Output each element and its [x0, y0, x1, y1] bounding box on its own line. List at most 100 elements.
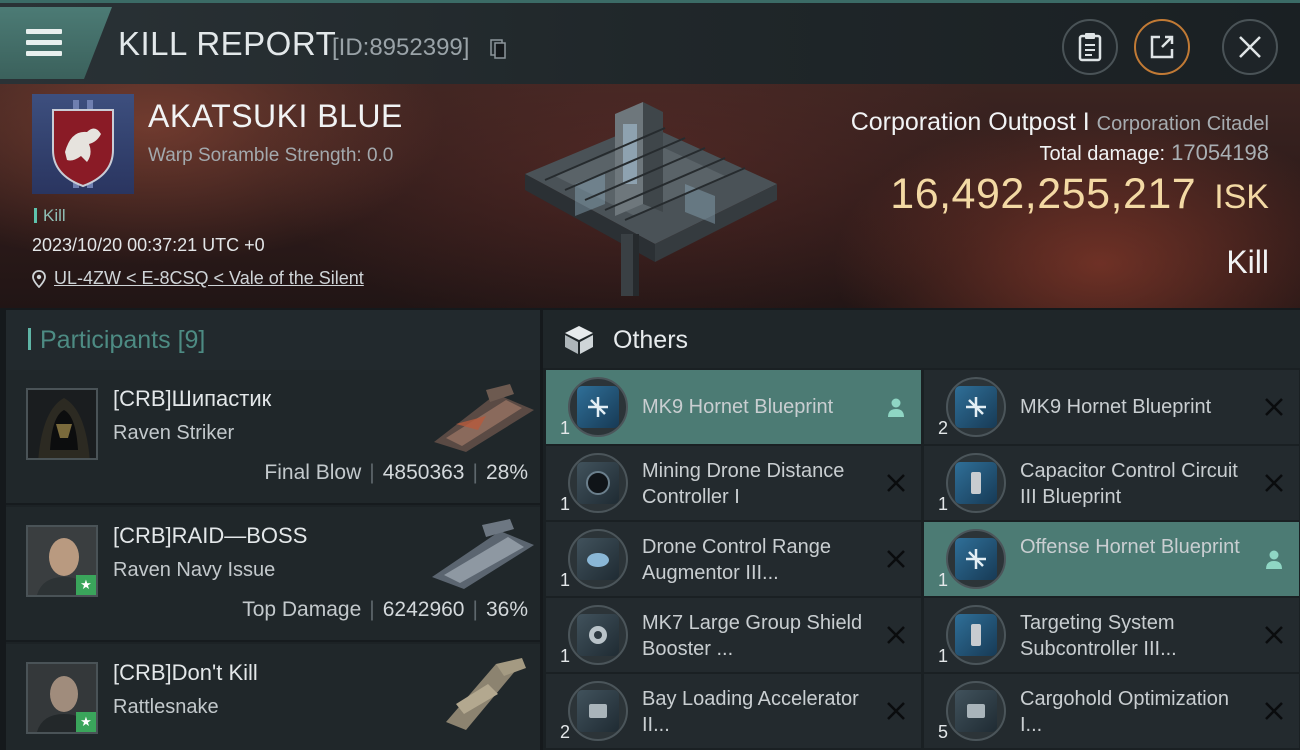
participant-name: [CRB]Шипастик [113, 386, 272, 411]
item-name: Bay Loading Accelerator II... [642, 688, 859, 736]
dropped-item[interactable]: 1 Targeting System Subcontroller III... [924, 598, 1299, 672]
participant-stats: Final Blow | 4850363 | 28% [264, 461, 528, 485]
item-quantity: 5 [938, 722, 949, 742]
close-icon [1239, 36, 1261, 58]
cube-icon [565, 326, 593, 354]
location-link[interactable]: UL-4ZW < E-8CSQ < Vale of the Silent [32, 268, 364, 289]
item-quantity: 2 [560, 722, 571, 742]
participant-role: Final Blow [264, 461, 362, 484]
avatar: ★ [26, 662, 98, 734]
others-panel: Others 1 MK9 Hornet Blueprint 2 MK9 Horn… [543, 310, 1300, 750]
citadel-structure-image [525, 102, 777, 296]
close-button[interactable] [1222, 19, 1278, 75]
participant-row[interactable]: ★ [CRB]Don't Kill Rattlesnake [6, 644, 540, 750]
destroyed-x-icon [1265, 474, 1283, 492]
item-icon-tile [577, 386, 619, 428]
structure-divider: I [1082, 108, 1090, 136]
item-icon-tile [577, 614, 619, 656]
participant-damage: 4850363 [382, 461, 465, 484]
total-damage-label: Total damage: [1039, 143, 1166, 165]
participant-stats: Top Damage | 6242960 | 36% [242, 598, 528, 622]
dropped-item[interactable]: 1 Capacitor Control Circuit III Blueprin… [924, 446, 1299, 520]
dropped-item[interactable]: 2 Bay Loading Accelerator II... [546, 674, 921, 748]
destroyed-x-icon [1265, 702, 1283, 720]
clipboard-button[interactable] [1062, 19, 1118, 75]
item-name: Capacitor Control Circuit III Blueprint [1020, 460, 1238, 508]
structure-info: Corporation Outpost I Corporation Citade… [851, 108, 1269, 137]
item-icon-tile [955, 614, 997, 656]
person-icon[interactable] [885, 396, 907, 418]
module-icon [946, 681, 1006, 741]
person-icon[interactable] [1263, 548, 1285, 570]
item-quantity: 2 [938, 418, 949, 438]
share-icon [1150, 35, 1174, 59]
rig-blueprint-icon [946, 605, 1006, 665]
menu-icon [26, 29, 62, 34]
participant-ship: Rattlesnake [113, 696, 219, 718]
participants-label: Participants [40, 326, 171, 354]
menu-icon-bar [26, 51, 62, 56]
page-title: KILL REPORT [118, 25, 337, 62]
module-icon [568, 453, 628, 513]
participants-count: [9] [177, 326, 206, 354]
item-icon-tile [955, 386, 997, 428]
isk-unit: ISK [1214, 178, 1269, 216]
kill-timestamp: 2023/10/20 00:37:21 UTC +0 [32, 235, 265, 255]
item-name: MK7 Large Group Shield Booster ... [642, 612, 863, 660]
dropped-item[interactable]: 2 MK9 Hornet Blueprint [924, 370, 1299, 444]
participant-row[interactable]: ★ [CRB]RAID—BOSS Raven Navy Issue Top Da… [6, 507, 540, 642]
participant-ship: Raven Navy Issue [113, 559, 276, 581]
item-icon-tile [577, 462, 619, 504]
isk-value: 16,492,255,217 [890, 170, 1197, 218]
stat-separator: | [369, 598, 375, 621]
corporation-logo [32, 94, 134, 194]
item-icon-tile [577, 538, 619, 580]
others-label: Others [613, 326, 689, 354]
item-quantity: 1 [938, 646, 949, 666]
total-damage-value: 17054198 [1171, 140, 1269, 165]
dropped-item[interactable]: 1 MK9 Hornet Blueprint [546, 370, 921, 444]
copy-icon[interactable] [490, 39, 506, 59]
menu-button[interactable] [0, 7, 112, 79]
lion-crest-icon [52, 100, 114, 188]
victim-name: AKATSUKI BLUE [148, 98, 403, 134]
item-icon-tile [955, 462, 997, 504]
dropped-item[interactable]: 5 Cargohold Optimization I... [924, 674, 1299, 748]
dropped-item[interactable]: 1 Drone Control Range Augmentor III... [546, 522, 921, 596]
participant-row[interactable]: [CRB]Шипастик Raven Striker Final Blow | 4… [6, 370, 540, 505]
participant-ship: Raven Striker [113, 422, 235, 444]
stat-separator: | [369, 461, 375, 484]
stat-separator: | [472, 598, 478, 621]
star-icon: ★ [76, 712, 96, 732]
ship-image [432, 519, 534, 589]
drone-blueprint-icon [946, 529, 1006, 589]
share-button[interactable] [1134, 19, 1190, 75]
participant-percent: 28% [485, 461, 528, 484]
drone-blueprint-icon [568, 377, 628, 437]
item-quantity: 1 [560, 570, 571, 590]
item-quantity: 1 [938, 494, 949, 514]
participant-percent: 36% [485, 598, 528, 621]
ship-image [434, 384, 534, 452]
result-label: Kill [1226, 244, 1269, 280]
dropped-item[interactable]: 1 Offense Hornet Blueprint [924, 522, 1299, 596]
item-quantity: 1 [560, 418, 571, 438]
dropped-item[interactable]: 1 Mining Drone Distance Controller I [546, 446, 921, 520]
drone-blueprint-icon [946, 377, 1006, 437]
menu-icon-bar [26, 40, 62, 45]
item-name: Drone Control Range Augmentor III... [642, 536, 831, 584]
module-icon [568, 681, 628, 741]
participant-role: Top Damage [242, 598, 362, 621]
ship-image [446, 658, 526, 730]
destroyed-x-icon [887, 550, 905, 568]
item-quantity: 1 [938, 570, 949, 590]
warp-scramble-strength: Warp Soramble Strength: 0.0 [148, 145, 394, 166]
participants-panel: Participants [9] [CRB]Шипастик Raven Str… [6, 310, 540, 750]
participant-damage: 6242960 [382, 598, 465, 621]
item-name: Offense Hornet Blueprint [1020, 536, 1240, 558]
clipboard-icon [1078, 33, 1102, 62]
kill-tag: Kill [34, 206, 66, 226]
module-icon [568, 605, 628, 665]
dropped-item[interactable]: 1 MK7 Large Group Shield Booster ... [546, 598, 921, 672]
total-damage: Total damage: 17054198 [1039, 140, 1269, 166]
